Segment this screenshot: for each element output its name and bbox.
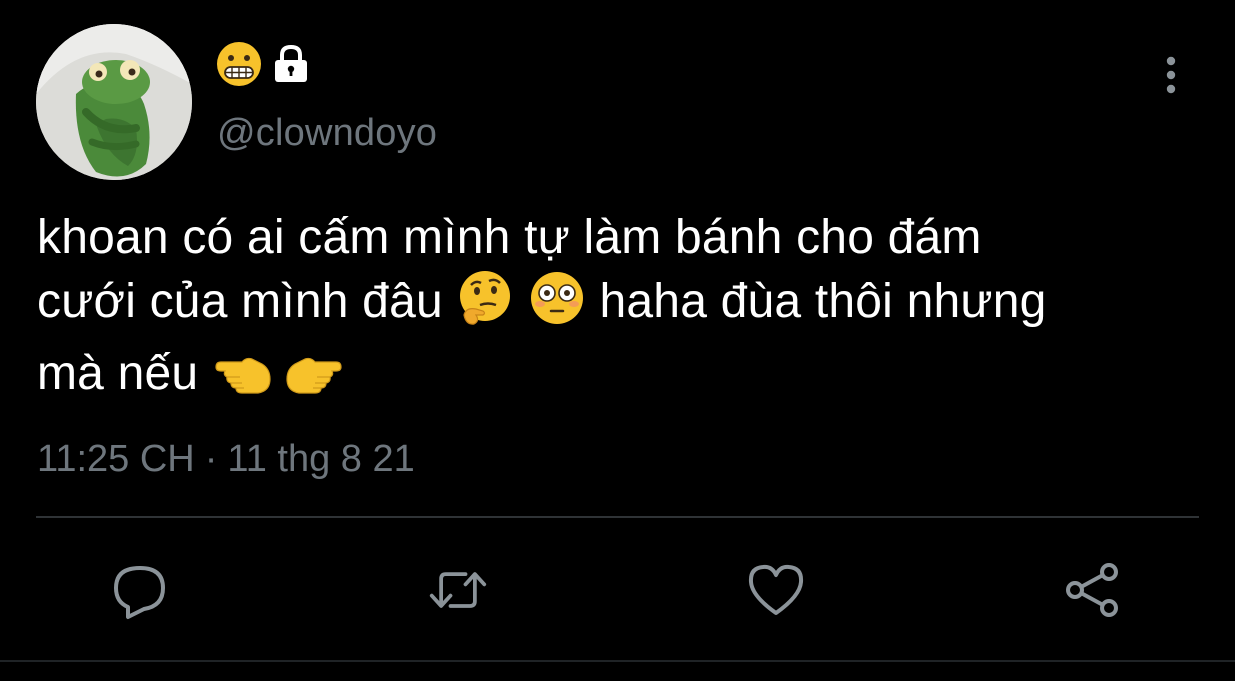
reply-icon bbox=[114, 566, 165, 619]
lock-icon bbox=[272, 44, 310, 89]
tweet-text-line: khoan có ai cấm mình tự làm bánh cho đám bbox=[37, 211, 982, 264]
display-name-row[interactable] bbox=[216, 41, 310, 92]
reply-button[interactable] bbox=[110, 560, 170, 620]
grimacing-face-emoji bbox=[216, 41, 262, 92]
thinking-face-emoji bbox=[456, 269, 514, 343]
retweet-icon bbox=[429, 572, 487, 608]
pointing-right-hand-emoji bbox=[285, 347, 345, 415]
tweet-timestamp[interactable]: 11:25 CH · 11 thg 8 21 bbox=[37, 438, 415, 481]
timestamp-separator: · bbox=[204, 438, 218, 480]
more-options-icon[interactable] bbox=[1156, 55, 1186, 95]
tweet-text-fragment: cưới của mình đâu bbox=[37, 275, 443, 328]
user-handle[interactable]: @clowndoyo bbox=[217, 112, 437, 155]
tweet-text: khoan có ai cấm mình tự làm bánh cho đám… bbox=[37, 207, 1187, 415]
action-bar-divider bbox=[36, 516, 1199, 518]
tweet-text-line: cưới của mình đâu haha đùa thôi nhưng bbox=[37, 269, 1187, 343]
share-icon bbox=[1066, 563, 1118, 617]
tweet-detail: @clowndoyo khoan có ai cấm mình tự làm b… bbox=[0, 0, 1235, 681]
share-button[interactable] bbox=[1063, 560, 1123, 620]
pointing-left-hand-emoji bbox=[212, 347, 272, 415]
heart-icon bbox=[748, 564, 804, 615]
retweet-button[interactable] bbox=[428, 560, 488, 620]
flushed-face-emoji bbox=[528, 269, 586, 343]
bottom-divider bbox=[0, 660, 1235, 662]
like-button[interactable] bbox=[746, 560, 806, 620]
tweet-text-fragment: mà nếu bbox=[37, 347, 199, 400]
tweet-date: 11 thg 8 21 bbox=[227, 438, 415, 480]
tweet-text-line: mà nếu bbox=[37, 343, 1187, 415]
tweet-text-fragment: haha đùa thôi nhưng bbox=[599, 275, 1047, 328]
avatar[interactable] bbox=[36, 24, 192, 180]
tweet-time: 11:25 CH bbox=[37, 438, 195, 480]
